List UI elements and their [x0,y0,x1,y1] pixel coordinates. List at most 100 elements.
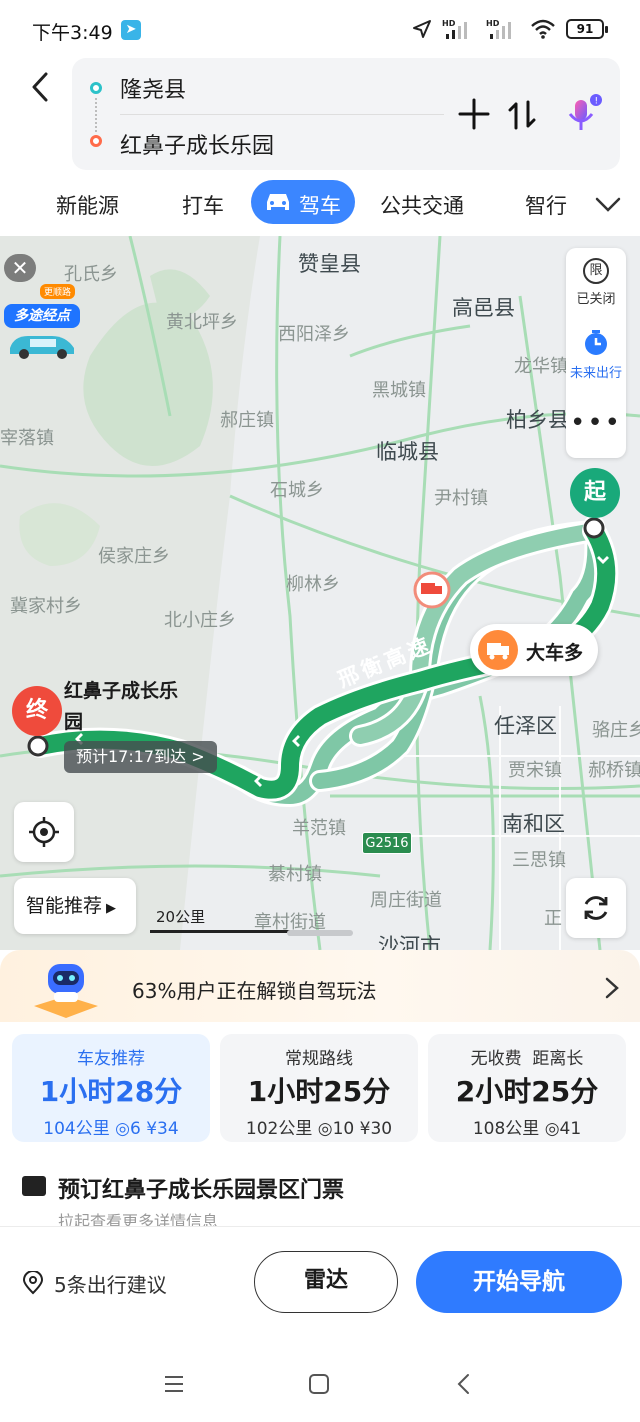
map-place: 骆庄乡 [592,720,640,741]
route-sheet: 63%用户正在解锁自驾玩法 车友推荐 1小时28分 104公里 ◎6 ¥34 常… [0,950,640,1230]
locate-button[interactable] [14,802,74,862]
tab-taxi[interactable]: 打车 [182,190,224,220]
signal-hd-icon: HD [442,19,467,39]
smart-recommend-label: 智能推荐 [26,895,103,917]
divider [120,114,444,115]
traffic-light-icon: ◎ [115,1119,130,1139]
map-place: 侯家庄乡 [98,546,170,567]
route-option-recommended[interactable]: 车友推荐 1小时28分 104公里 ◎6 ¥34 [12,1034,210,1142]
map-place: 郝桥镇 [588,760,640,781]
map-place: 黄北坪乡 [166,312,238,333]
route-lights: 10 [332,1119,355,1139]
chevron-right-icon [605,977,619,999]
smart-recommend-button[interactable]: 智能推荐 ▶ [14,878,136,934]
back-arrow-icon[interactable] [26,70,56,104]
route-duration: 1小时28分 [39,1075,183,1108]
restrict-icon: 限 [583,258,609,284]
chevron-down-icon[interactable] [594,192,622,216]
map-place: 尹村镇 [434,488,488,509]
promo-banner[interactable]: 63%用户正在解锁自驾玩法 [0,950,640,1022]
route-tag: 无收费 距离长 [470,1049,584,1069]
tab-drive[interactable]: 驾车 [251,180,355,224]
map-place: 宰落镇 [0,428,54,449]
map-scale-label: 20公里 [156,908,206,926]
traffic-light-icon: ◎ [317,1119,333,1139]
eta-chip[interactable]: 预计17:17到达 > [64,741,217,773]
tab-smart-travel[interactable]: 智行 [525,190,567,220]
menu-icon[interactable] [162,1374,186,1394]
clock-icon [585,330,607,355]
tab-drive-label: 驾车 [299,194,341,218]
wifi-icon [531,19,555,39]
map-place: 贾宋镇 [508,760,562,781]
start-navigation-button[interactable]: 开始导航 [416,1251,622,1313]
map-side-panel: 限 已关闭 未来出行 ••• [566,248,626,458]
ticket-icon [22,1176,46,1196]
multi-stop-badge[interactable]: 多途经点 [4,304,80,328]
truck-tip-bubble[interactable]: 大车多 [470,624,598,676]
route-distance: 102公里 [245,1119,313,1139]
destination-field[interactable]: 红鼻子成长乐园 [120,128,274,160]
robot-mascot-icon [34,964,98,1018]
map-place: 赞皇县 [298,252,361,276]
route-meta: 102公里 ◎10 ¥30 [220,1114,418,1139]
map-place: 临城县 [376,440,439,464]
route-distance: 108公里 [472,1119,540,1139]
map-place: 柳林乡 [286,574,340,595]
end-marker[interactable]: 终 [12,686,62,736]
back-icon[interactable] [454,1372,474,1396]
car-icon [267,194,289,210]
ticket-title: 预订红鼻子成长乐园景区门票 [58,1178,345,1203]
multi-stop-tag: 更顺路 [40,284,76,299]
swap-route-icon[interactable] [506,98,538,132]
signal-hd-2-icon: HD [486,19,511,39]
sheet-drag-handle[interactable] [287,930,353,936]
map-view[interactable]: 孔氏乡 赞皇县 黄北坪乡 西阳泽乡 高邑县 龙华镇 黑城镇 郝庄镇 柏乡县 宰落… [0,236,640,950]
route-option-regular[interactable]: 常规路线 1小时25分 102公里 ◎10 ¥30 [220,1034,418,1142]
refresh-button[interactable] [566,878,626,938]
tab-transit[interactable]: 公共交通 [380,190,464,220]
traffic-restriction-toggle[interactable]: 限 已关闭 [566,258,626,307]
radar-button[interactable]: 雷达 [254,1251,398,1313]
more-icon[interactable]: ••• [566,408,626,438]
promo-text: 63%用户正在解锁自驾玩法 [132,979,377,1003]
map-place: 黑城镇 [372,380,426,401]
traffic-light-icon: ◎ [544,1119,560,1139]
status-icons: HD HD 91 [412,18,608,40]
home-icon[interactable] [307,1372,331,1396]
route-distance: 104公里 [43,1119,110,1139]
future-travel-button[interactable]: 未来出行 [566,330,626,381]
route-lights: 41 [559,1119,582,1139]
tab-new-energy[interactable]: 新能源 [56,190,119,220]
close-icon[interactable]: ✕ [4,254,36,282]
add-waypoint-icon[interactable] [458,98,490,130]
route-duration: 1小时25分 [247,1075,391,1108]
map-place: 西阳泽乡 [278,324,350,345]
destination-map-label: 红鼻子成长乐园 [64,680,179,733]
location-pin-icon [22,1271,44,1295]
truck-tip-label: 大车多 [526,642,584,664]
car-promo-icon[interactable] [4,328,80,360]
triangle-right-icon: ▶ [106,901,117,916]
voice-assistant-icon[interactable]: ! [562,94,602,134]
map-place: 周庄街道 [370,890,442,911]
route-tag: 常规路线 [285,1049,353,1069]
status-bar: 下午3:49 ➤ HD HD 91 [0,0,640,58]
road-shield: G2516 [362,832,412,854]
status-time: 下午3:49 [32,22,113,44]
start-marker[interactable]: 起 [570,468,620,518]
route-option-free[interactable]: 无收费 距离长 2小时25分 108公里 ◎41 [428,1034,626,1142]
truck-icon [478,630,518,670]
travel-tips-label: 5条出行建议 [54,1273,167,1297]
map-place: 綦村镇 [268,864,322,885]
map-place: 柏乡县 [506,408,569,432]
origin-field[interactable]: 隆尧县 [120,72,186,104]
map-place: 龙华镇 [514,356,568,377]
map-place: 石城乡 [270,480,324,501]
svg-text:!: ! [595,97,599,107]
restrict-label: 已关闭 [576,292,616,307]
destination-dot-icon [90,135,102,147]
map-place: 冀家村乡 [10,596,82,617]
svg-text:HD: HD [442,19,456,28]
action-bar: 5条出行建议 雷达 开始导航 [0,1226,640,1346]
